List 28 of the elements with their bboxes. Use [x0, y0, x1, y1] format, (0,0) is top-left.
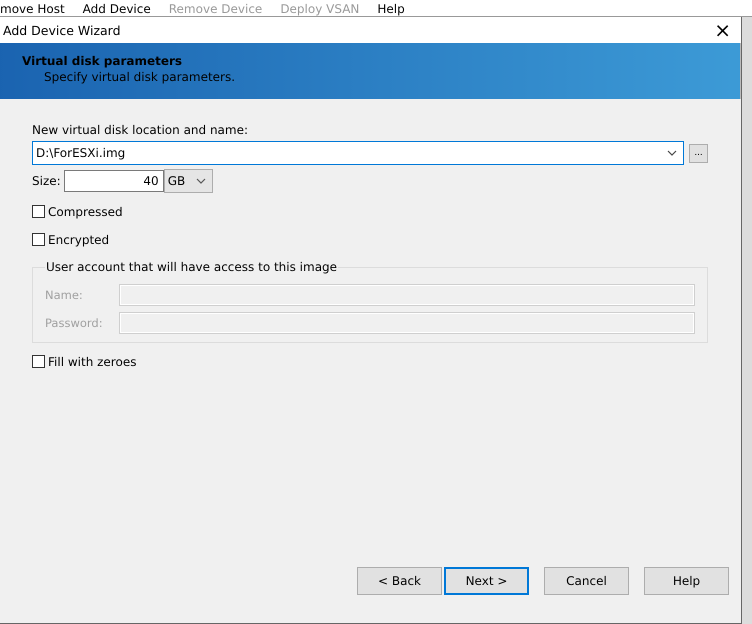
close-button[interactable]: ×	[704, 20, 741, 40]
checkbox[interactable]	[32, 233, 45, 246]
toolbar-button[interactable]: Help	[377, 2, 405, 16]
field-label: Name:	[45, 288, 84, 302]
wizard-button[interactable]: < Back	[357, 567, 442, 595]
wizard-button[interactable]: Next >	[444, 567, 529, 595]
wizard-button[interactable]: Help	[644, 567, 729, 595]
field-label: Password:	[45, 316, 104, 330]
group-title: User account that will have access to this image	[45, 260, 338, 274]
window-title: Add Device Wizard	[2, 22, 121, 38]
toolbar-button[interactable]: Add Device	[82, 2, 151, 16]
unit-dropdown[interactable]: GB	[164, 169, 213, 193]
browse-button[interactable]: ...	[689, 144, 708, 162]
location-combo-box[interactable]: D:\ForESXi.img	[32, 141, 684, 165]
header-title: Virtual disk parameters	[22, 54, 184, 68]
checkbox[interactable]	[32, 355, 45, 368]
chevron-down-icon	[667, 150, 677, 156]
wizard-button[interactable]: Cancel	[544, 567, 629, 595]
chevron-down-icon	[196, 178, 206, 184]
checkbox[interactable]	[32, 205, 45, 218]
size-field[interactable]: 40	[64, 170, 164, 192]
checkbox-label: Compressed	[48, 204, 123, 218]
header-subtitle: Specify virtual disk parameters.	[43, 70, 236, 84]
toolbar-button[interactable]: move Host	[0, 2, 65, 16]
checkbox-label: Encrypted	[48, 232, 110, 246]
checkbox-label: Fill with zeroes	[48, 354, 136, 368]
size-label: Size:	[32, 174, 61, 188]
location-label: New virtual disk location and name:	[32, 123, 250, 137]
